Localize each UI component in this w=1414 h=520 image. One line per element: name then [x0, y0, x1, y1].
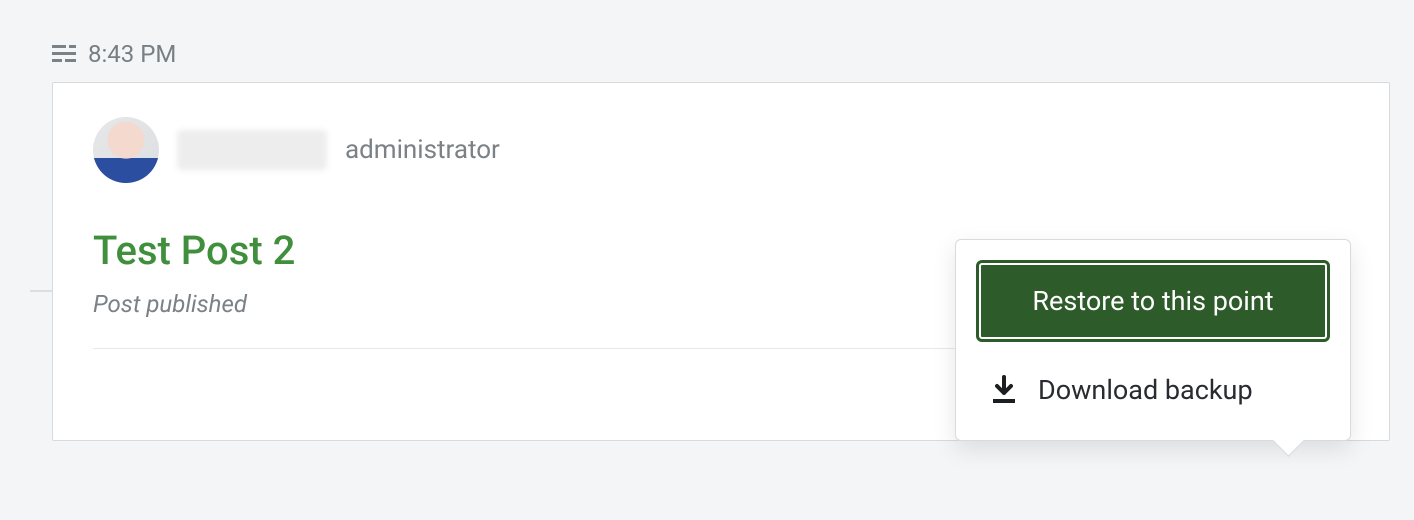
activity-entry-card: administrator Test Post 2 Post published… — [52, 82, 1390, 441]
author-role: administrator — [345, 135, 500, 165]
timeline-time: 8:43 PM — [88, 40, 176, 68]
author-row: administrator — [93, 117, 1349, 183]
timeline-entry-header: 8:43 PM — [0, 0, 1414, 82]
download-icon — [990, 375, 1018, 405]
download-backup-button[interactable]: Download backup — [976, 342, 1330, 428]
download-backup-label: Download backup — [1038, 374, 1253, 406]
avatar — [93, 117, 159, 183]
actions-popover: Restore to this point Download backup — [955, 239, 1351, 441]
author-name-redacted — [177, 130, 327, 170]
post-type-icon — [52, 43, 76, 65]
restore-to-this-point-button[interactable]: Restore to this point — [976, 260, 1330, 342]
timeline-connector — [30, 290, 52, 292]
